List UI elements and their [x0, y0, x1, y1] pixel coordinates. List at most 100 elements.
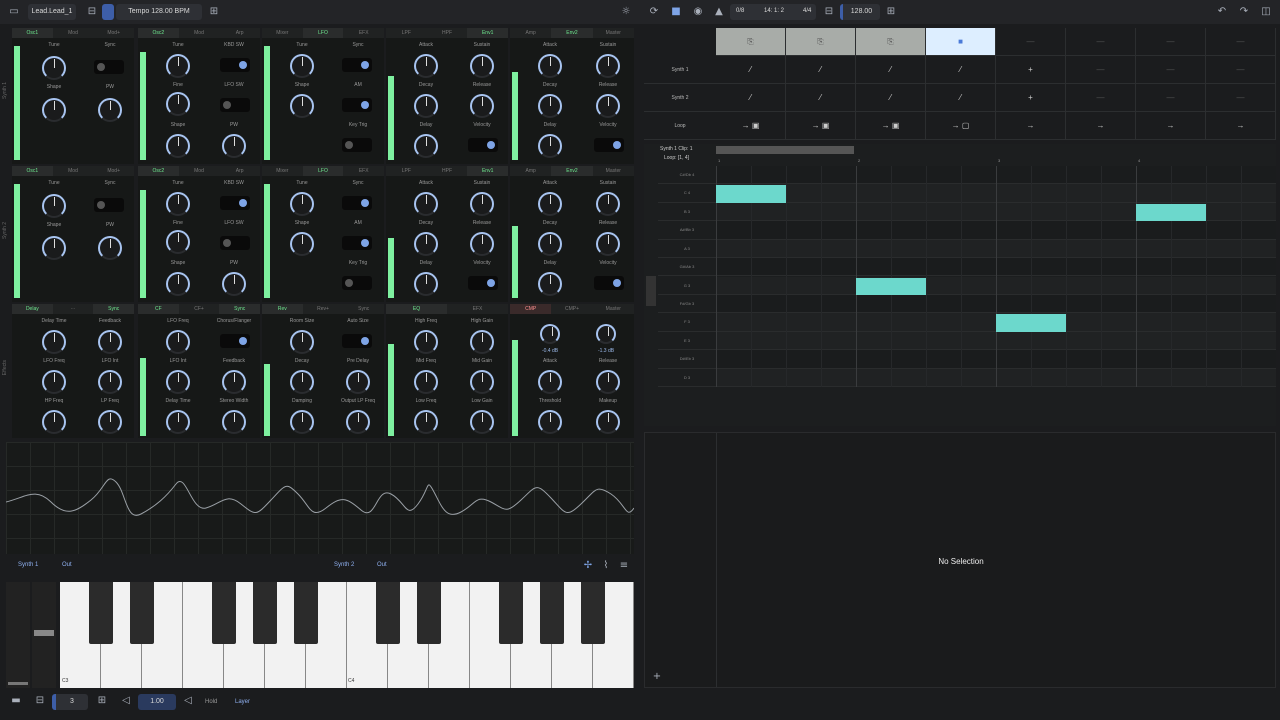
fine-knob[interactable]: [166, 92, 190, 116]
sun-icon[interactable]: ☼: [620, 6, 632, 18]
tab-rev[interactable]: Rev: [262, 304, 303, 314]
attack-knob[interactable]: [538, 370, 562, 394]
sidebar-toggle-icon[interactable]: ◫: [1260, 6, 1272, 18]
tab-eq[interactable]: EQ: [386, 304, 447, 314]
tab-master[interactable]: Master: [592, 304, 634, 314]
mod-wheel[interactable]: [32, 582, 56, 688]
tab-sync[interactable]: Sync: [93, 304, 135, 314]
clip-slot[interactable]: →: [1066, 112, 1136, 140]
tab-osc1[interactable]: Osc1: [12, 166, 53, 176]
clip-slot[interactable]: → ▣: [716, 112, 786, 140]
shape-knob[interactable]: [290, 232, 314, 256]
shape-knob[interactable]: [166, 272, 190, 296]
clip-slot[interactable]: —: [1136, 28, 1206, 56]
tab-sync[interactable]: Sync: [343, 304, 385, 314]
velocity-up-icon[interactable]: ◁: [182, 695, 194, 707]
lfo-freq-knob[interactable]: [166, 330, 190, 354]
piano-roll-key[interactable]: G 3: [658, 277, 716, 295]
clip-slot[interactable]: ⁄: [716, 84, 786, 112]
clip-slot[interactable]: ⁄: [856, 84, 926, 112]
black-key[interactable]: [89, 582, 113, 644]
output-lp-freq-knob[interactable]: [346, 410, 370, 434]
piano-roll-key[interactable]: B 3: [658, 203, 716, 222]
keyboard-track-left[interactable]: Synth 1: [18, 562, 38, 568]
pre-delay-knob[interactable]: [346, 370, 370, 394]
key-trig-toggle[interactable]: [342, 138, 372, 152]
decay-knob[interactable]: [538, 94, 562, 118]
piano-roll-key[interactable]: G#/Ab 3: [658, 258, 716, 277]
kbd-sw-toggle[interactable]: [220, 196, 250, 210]
piano-roll-key[interactable]: A#/Bb 3: [658, 221, 716, 240]
piano-roll-key[interactable]: C 4: [658, 184, 716, 203]
black-key[interactable]: [376, 582, 400, 644]
am-toggle[interactable]: [342, 236, 372, 250]
lfo-sw-toggle[interactable]: [220, 236, 250, 250]
loop-region-bar[interactable]: [716, 146, 854, 154]
tab-cmp[interactable]: CMP: [510, 304, 552, 314]
piano-roll-key[interactable]: C#/Db 4: [658, 166, 716, 185]
clip-slot[interactable]: —: [1136, 56, 1206, 84]
chorus-flanger-toggle[interactable]: [220, 334, 250, 348]
tempo-down-icon[interactable]: ⊟: [823, 6, 835, 18]
piano-roll-key[interactable]: D#/Eb 3: [658, 350, 716, 369]
release-knob[interactable]: [596, 232, 620, 256]
tab-delay[interactable]: Delay: [12, 304, 53, 314]
note-grid[interactable]: [716, 166, 1276, 426]
key-trig-toggle[interactable]: [342, 276, 372, 290]
sync-toggle[interactable]: [94, 198, 124, 212]
octave-up-icon[interactable]: ⊞: [96, 695, 108, 707]
layer-button[interactable]: Layer: [235, 699, 250, 705]
tune-knob[interactable]: [290, 54, 314, 78]
tab-lfo[interactable]: LFO: [302, 166, 344, 176]
delay-time-knob[interactable]: [166, 410, 190, 434]
pitch-wheel[interactable]: [6, 582, 30, 688]
keyboard-track-right[interactable]: Synth 2: [334, 562, 354, 568]
clip-slot[interactable]: +: [996, 56, 1066, 84]
tab-env1[interactable]: Env1: [467, 28, 509, 38]
tab-cf-plus[interactable]: CF+: [178, 304, 220, 314]
tune-knob[interactable]: [166, 54, 190, 78]
tab-osc2[interactable]: Osc2: [138, 166, 179, 176]
shape-knob[interactable]: [42, 98, 66, 122]
midi-note[interactable]: [856, 277, 926, 295]
feedback-knob[interactable]: [222, 370, 246, 394]
clip-slot[interactable]: —: [1206, 84, 1276, 112]
clip-slot[interactable]: ⎘: [786, 28, 856, 56]
add-icon[interactable]: +: [651, 671, 663, 683]
tab-mod[interactable]: Mod: [178, 28, 220, 38]
tab-env2[interactable]: Env2: [551, 166, 593, 176]
folder-icon[interactable]: ▭: [8, 6, 20, 18]
clip-slot[interactable]: ⁄: [786, 84, 856, 112]
tune-knob[interactable]: [290, 192, 314, 216]
high-gain-knob[interactable]: [470, 330, 494, 354]
black-key[interactable]: [540, 582, 564, 644]
piano-roll-key[interactable]: F#/Gb 3: [658, 295, 716, 314]
lfo-int-knob[interactable]: [98, 370, 122, 394]
tab-amp[interactable]: Amp: [510, 166, 552, 176]
stop-icon[interactable]: ■: [670, 6, 682, 18]
redo-icon[interactable]: ↷: [1238, 6, 1250, 18]
sustain-knob[interactable]: [470, 192, 494, 216]
vertical-scroll-handle[interactable]: [646, 276, 656, 306]
black-key[interactable]: [253, 582, 277, 644]
low-gain-knob[interactable]: [470, 410, 494, 434]
release-knob[interactable]: [596, 370, 620, 394]
tune-knob[interactable]: [42, 194, 66, 218]
tab-cf[interactable]: CF: [138, 304, 179, 314]
clip-slot[interactable]: —: [996, 28, 1066, 56]
minus-icon[interactable]: ⊟: [86, 6, 98, 18]
delay-knob[interactable]: [538, 134, 562, 158]
clip-slot[interactable]: —: [1066, 56, 1136, 84]
lfo-sw-toggle[interactable]: [220, 98, 250, 112]
shape-knob[interactable]: [290, 94, 314, 118]
tab-efx[interactable]: EFX: [447, 304, 508, 314]
tab-osc2[interactable]: Osc2: [138, 28, 179, 38]
delay-knob[interactable]: [538, 272, 562, 296]
tab-mod-plus[interactable]: Mod+: [93, 28, 135, 38]
tab-mod-plus[interactable]: Mod+: [93, 166, 135, 176]
tab-arp[interactable]: Arp: [219, 28, 261, 38]
hold-button[interactable]: Hold: [205, 699, 217, 705]
keyboard-out-right[interactable]: Out: [377, 562, 387, 568]
tab-env1[interactable]: Env1: [467, 166, 509, 176]
tune-knob[interactable]: [166, 192, 190, 216]
